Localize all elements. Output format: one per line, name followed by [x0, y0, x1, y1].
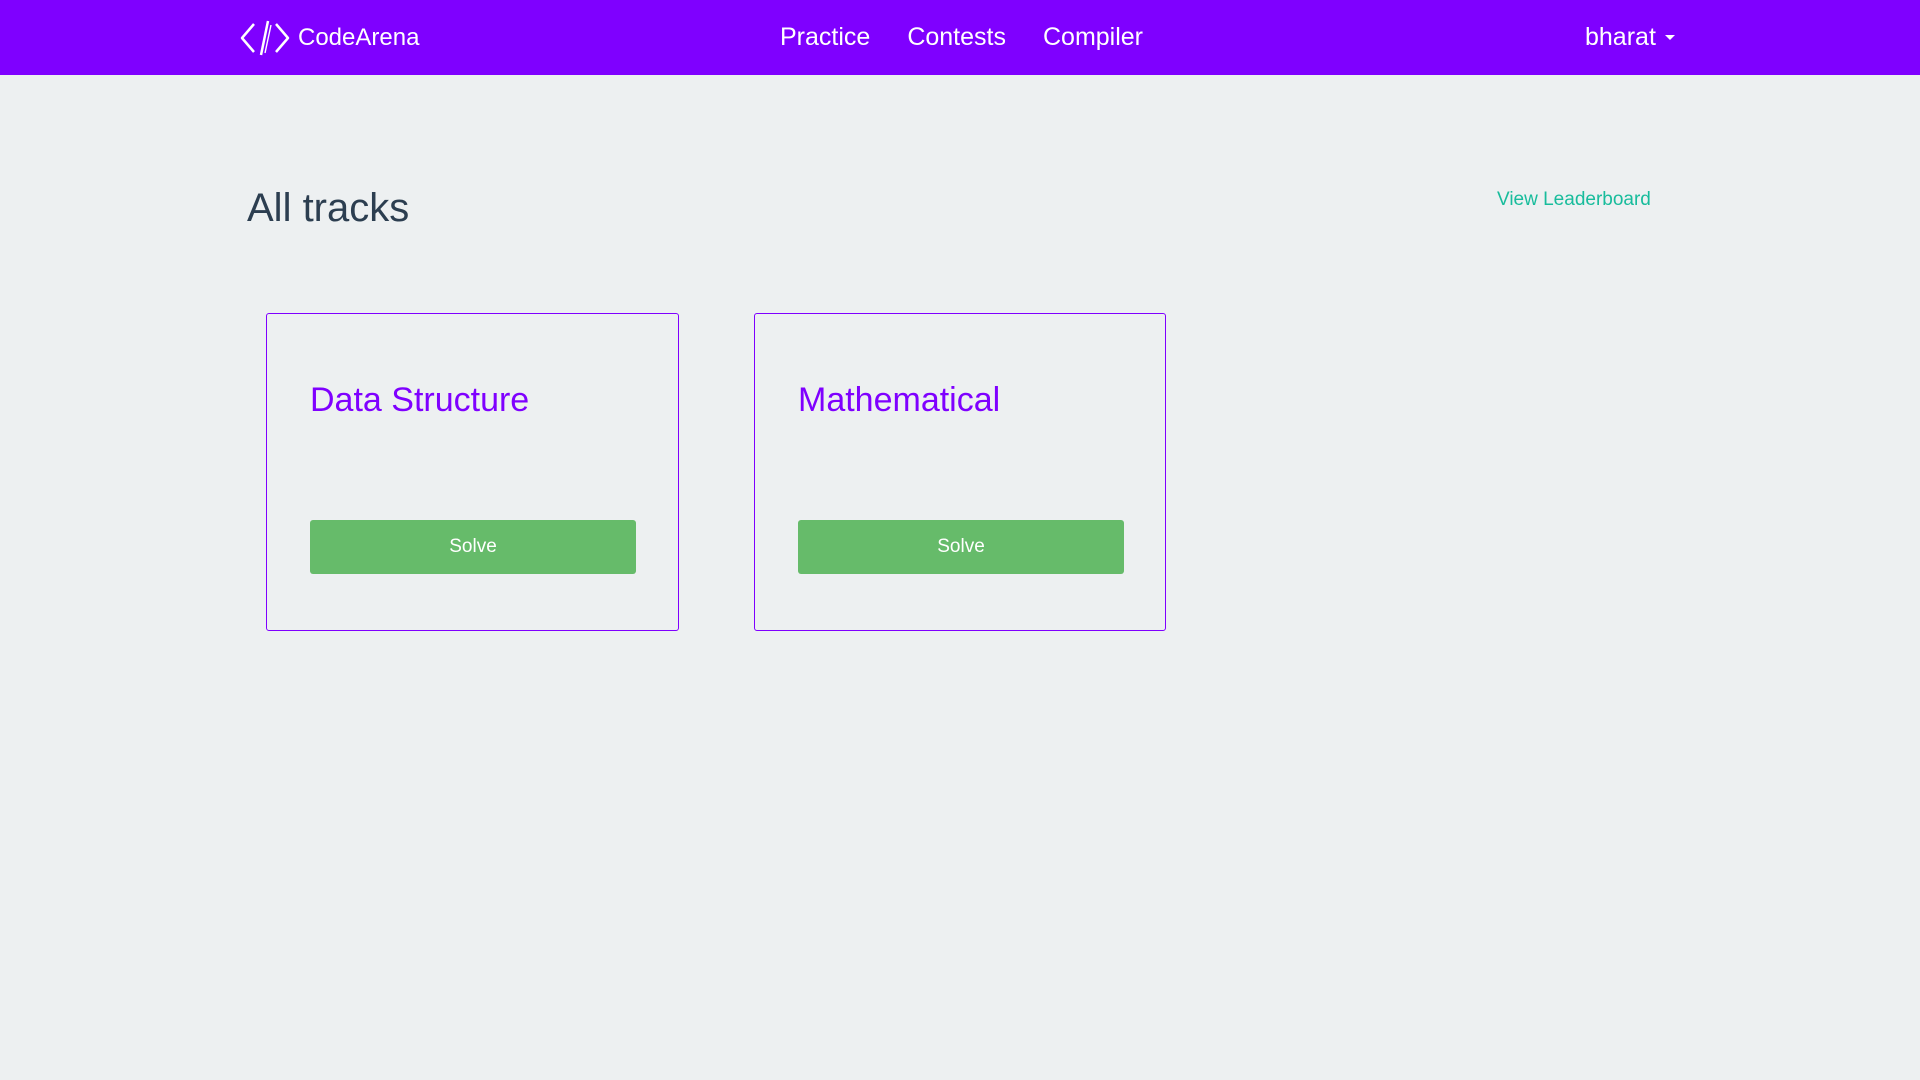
nav-practice-link[interactable]: Practice	[780, 23, 870, 52]
view-leaderboard-link[interactable]: View Leaderboard	[1497, 189, 1651, 211]
brand-logo-link[interactable]: CodeArena	[240, 18, 419, 58]
main-nav: Practice Contests Compiler	[780, 0, 1180, 75]
code-brackets-icon	[240, 20, 290, 56]
top-navbar: CodeArena Practice Contests Compiler bha…	[0, 0, 1920, 75]
user-menu-dropdown[interactable]: bharat	[1585, 0, 1675, 75]
caret-down-icon	[1664, 35, 1675, 40]
track-title: Data Structure	[310, 381, 530, 419]
solve-button[interactable]: Solve	[798, 520, 1124, 574]
track-card-mathematical: Mathematical Solve	[754, 313, 1166, 631]
page-title: All tracks	[247, 186, 410, 230]
nav-compiler-link[interactable]: Compiler	[1043, 23, 1143, 52]
brand-name: CodeArena	[298, 24, 420, 51]
track-title: Mathematical	[798, 381, 1001, 419]
track-card-data-structure: Data Structure Solve	[266, 313, 679, 631]
nav-contests-link[interactable]: Contests	[907, 23, 1006, 52]
solve-button[interactable]: Solve	[310, 520, 636, 574]
user-name: bharat	[1585, 23, 1656, 51]
